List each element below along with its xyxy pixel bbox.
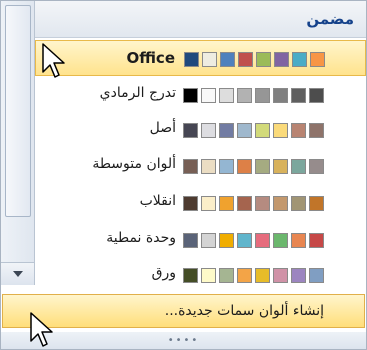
color-swatch — [273, 123, 288, 138]
chevron-down-icon — [12, 271, 23, 277]
color-swatch — [201, 123, 216, 138]
create-new-theme-colors-button[interactable]: إنشاء ألوان سمات جديدة... — [2, 294, 365, 328]
color-swatch — [237, 159, 252, 174]
color-swatch — [237, 233, 252, 248]
color-swatch — [219, 123, 234, 138]
resize-grip[interactable]: •••• — [1, 332, 366, 349]
color-swatch — [291, 268, 306, 283]
theme-name: أصل — [149, 120, 176, 136]
color-swatch — [309, 88, 324, 103]
color-swatch — [309, 233, 324, 248]
color-swatch — [237, 196, 252, 211]
color-swatches — [183, 233, 324, 248]
theme-row[interactable]: Office — [35, 40, 366, 76]
color-swatch — [219, 196, 234, 211]
color-swatch — [183, 88, 198, 103]
theme-name: ورق — [151, 265, 176, 281]
scroll-down-button[interactable] — [1, 262, 34, 285]
color-swatch — [273, 268, 288, 283]
color-swatches — [183, 268, 324, 283]
color-swatch — [201, 88, 216, 103]
color-swatch — [273, 233, 288, 248]
theme-row[interactable]: ألوان متوسطة — [35, 148, 366, 184]
color-swatch — [183, 159, 198, 174]
color-swatches — [183, 196, 324, 211]
color-swatch — [201, 196, 216, 211]
color-swatch — [202, 52, 217, 67]
color-swatches — [183, 88, 324, 103]
color-swatch — [183, 196, 198, 211]
theme-row[interactable]: تدرج الرمادي — [35, 77, 366, 113]
color-swatch — [273, 159, 288, 174]
theme-row[interactable]: انقلاب — [35, 185, 366, 221]
theme-name: انقلاب — [139, 193, 176, 209]
color-swatch — [291, 123, 306, 138]
color-swatch — [255, 196, 270, 211]
color-swatch — [201, 233, 216, 248]
mouse-cursor-icon — [42, 43, 65, 78]
color-swatch — [309, 123, 324, 138]
color-swatch — [291, 233, 306, 248]
color-swatch — [255, 233, 270, 248]
color-swatch — [183, 123, 198, 138]
color-swatch — [291, 196, 306, 211]
color-swatch — [219, 233, 234, 248]
color-swatch — [274, 52, 289, 67]
color-swatch — [237, 268, 252, 283]
color-swatch — [237, 123, 252, 138]
color-swatch — [309, 159, 324, 174]
color-swatch — [219, 159, 234, 174]
color-swatches — [184, 52, 325, 67]
color-swatch — [183, 268, 198, 283]
color-swatch — [238, 52, 253, 67]
color-swatch — [309, 196, 324, 211]
color-swatch — [184, 52, 199, 67]
color-swatch — [183, 233, 198, 248]
color-swatch — [309, 268, 324, 283]
theme-name: وحدة نمطية — [106, 230, 176, 246]
theme-name: ألوان متوسطة — [92, 156, 176, 172]
color-swatches — [183, 159, 324, 174]
color-swatch — [310, 52, 325, 67]
color-swatch — [255, 268, 270, 283]
color-swatch — [291, 159, 306, 174]
theme-colors-gallery: مضمن Office تدرج الرمادي أصل ألوان متوسطة ان… — [0, 0, 367, 350]
color-swatch — [201, 268, 216, 283]
gallery-header: مضمن — [35, 1, 366, 38]
color-swatch — [291, 88, 306, 103]
color-swatch — [219, 268, 234, 283]
theme-row[interactable]: أصل — [35, 112, 366, 148]
mouse-cursor-icon — [30, 312, 53, 347]
vertical-scrollbar[interactable] — [1, 1, 35, 285]
color-swatch — [255, 88, 270, 103]
color-swatch — [292, 52, 307, 67]
color-swatch — [256, 52, 271, 67]
color-swatch — [220, 52, 235, 67]
color-swatch — [273, 88, 288, 103]
create-new-theme-colors-label: إنشاء ألوان سمات جديدة... — [164, 303, 324, 319]
color-swatch — [219, 88, 234, 103]
color-swatch — [201, 159, 216, 174]
theme-name: Office — [126, 49, 175, 67]
scroll-thumb[interactable] — [5, 5, 31, 217]
color-swatch — [255, 123, 270, 138]
theme-row[interactable]: ورق — [35, 257, 366, 293]
theme-name: تدرج الرمادي — [99, 85, 176, 101]
color-swatches — [183, 123, 324, 138]
color-swatch — [273, 196, 288, 211]
color-swatch — [255, 159, 270, 174]
color-swatch — [237, 88, 252, 103]
section-title: مضمن — [306, 10, 354, 28]
theme-row[interactable]: وحدة نمطية — [35, 222, 366, 258]
